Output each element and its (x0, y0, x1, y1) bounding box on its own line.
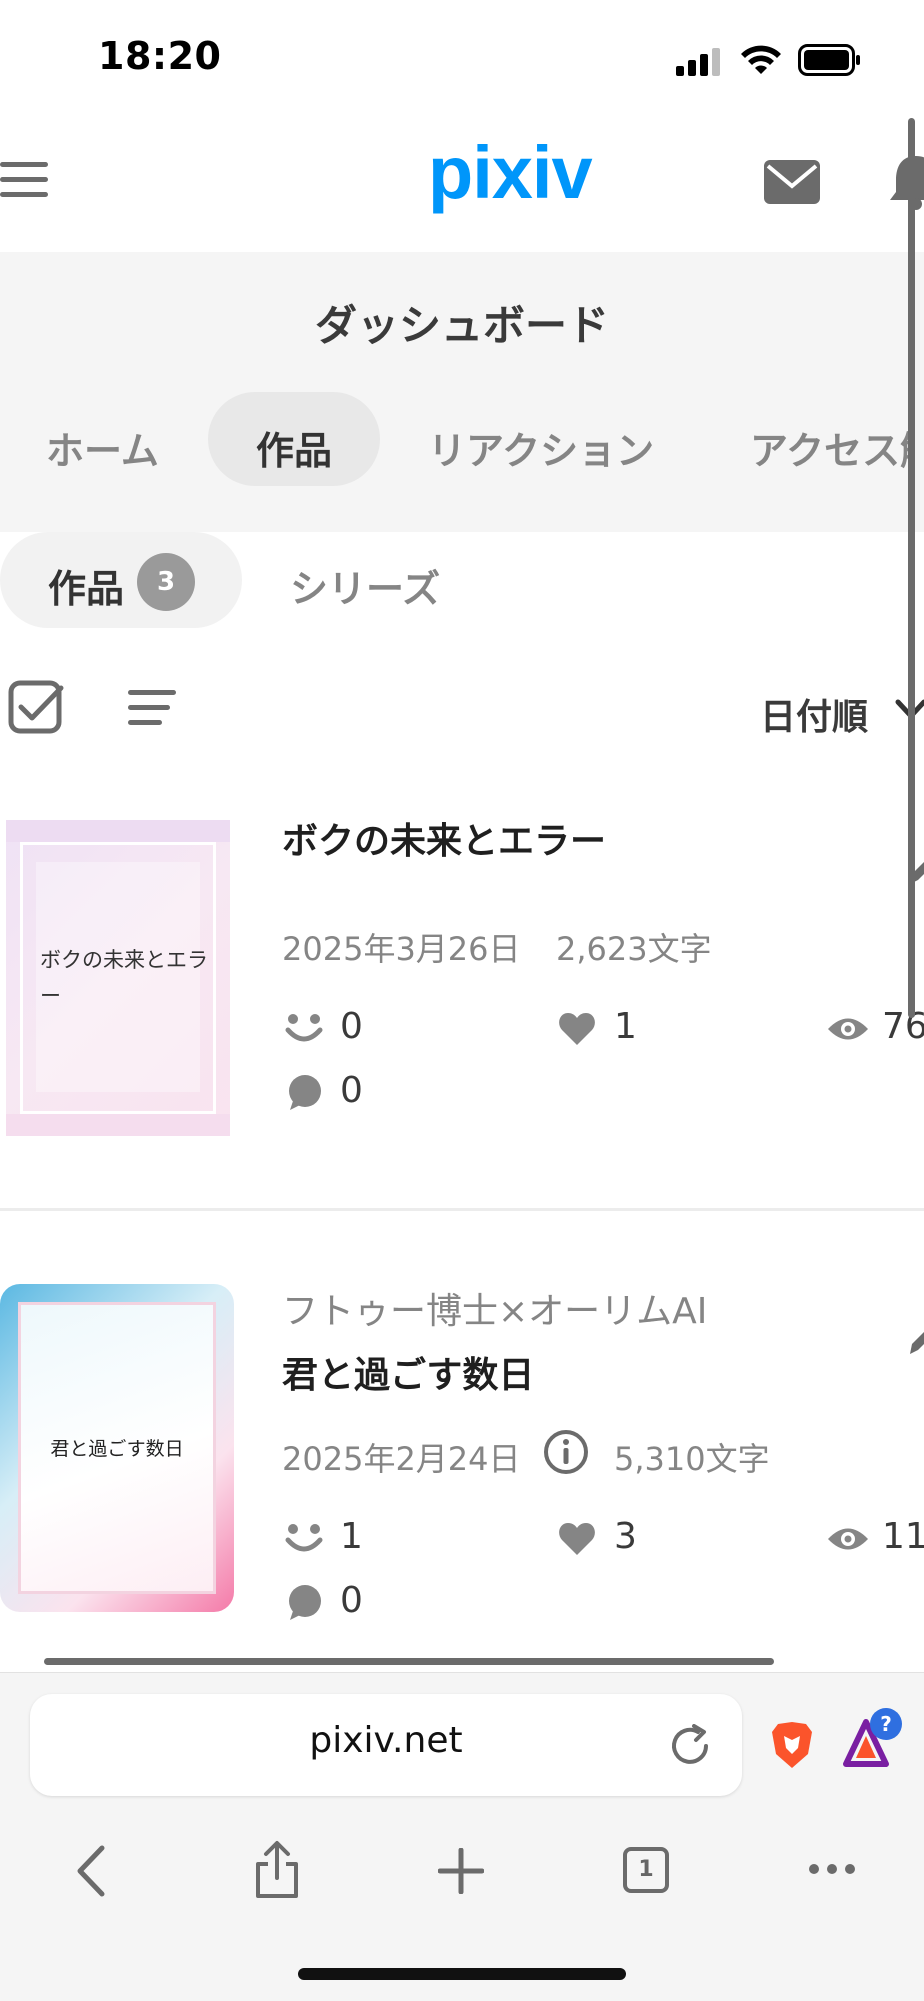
page-title: ダッシュボード (314, 301, 609, 350)
tab-count: 1 (638, 1857, 654, 1882)
works-count-badge: 3 (137, 553, 195, 611)
brave-shields-icon[interactable] (770, 1720, 814, 1770)
work-title-2[interactable]: 君と過ごす数日 (282, 1346, 534, 1398)
home-indicator[interactable] (298, 1968, 626, 1980)
cellular-signal-icon (676, 48, 722, 76)
eye-icon (826, 1524, 870, 1554)
edit-pencil-icon[interactable] (910, 1322, 924, 1354)
info-icon[interactable] (542, 1428, 590, 1476)
status-time: 18:20 (98, 34, 222, 78)
vertical-scrollbar[interactable] (908, 118, 915, 1018)
more-options-icon[interactable] (808, 1860, 856, 1878)
menu-icon[interactable] (0, 160, 48, 200)
tab-home[interactable]: ホーム (46, 420, 159, 475)
work-likes-2: 3 (614, 1516, 637, 1557)
horizontal-scrollbar[interactable] (44, 1658, 774, 1665)
work-reactions-1: 0 (340, 1006, 363, 1047)
brave-rewards-icon[interactable]: ? (842, 1706, 904, 1772)
eye-icon (826, 1014, 870, 1044)
work-reactions-2: 1 (340, 1516, 363, 1557)
bell-icon[interactable] (886, 154, 924, 210)
work-cover-1[interactable]: ボクの未来とエラー (6, 820, 230, 1136)
share-icon[interactable] (254, 1840, 300, 1900)
comment-bubble-icon (286, 1074, 324, 1112)
work-cover-2[interactable]: 君と過ごす数日 (0, 1284, 234, 1612)
reload-icon[interactable] (668, 1724, 712, 1768)
work-comments-1: 0 (340, 1070, 363, 1111)
tab-access-analysis[interactable]: アクセス解 (750, 420, 914, 475)
heart-icon (558, 1012, 596, 1046)
subtab-works-label: 作品 (48, 567, 125, 611)
work-date-2: 2025年2月24日 (282, 1440, 521, 1478)
mail-icon[interactable] (764, 160, 820, 204)
tabs-icon[interactable]: 1 (622, 1846, 670, 1894)
work-likes-1: 1 (614, 1006, 637, 1047)
heart-icon (558, 1522, 596, 1556)
reaction-face-icon (284, 1012, 324, 1046)
wifi-icon (740, 44, 782, 78)
reaction-face-icon (284, 1522, 324, 1556)
sort-dropdown[interactable]: 日付順 (760, 688, 868, 740)
work-char-count-2: 5,310文字 (614, 1440, 770, 1478)
url-text[interactable]: pixiv.net (30, 1720, 742, 1761)
select-checkbox-icon[interactable] (8, 680, 64, 736)
work-char-count-1: 2,623文字 (556, 930, 712, 968)
comment-bubble-icon (286, 1584, 324, 1622)
list-divider (0, 1208, 924, 1211)
work-cover-2-text: 君と過ごす数日 (50, 1438, 184, 1460)
pixiv-logo[interactable]: pixiv (428, 136, 593, 210)
battery-icon (798, 44, 862, 76)
back-icon[interactable] (74, 1844, 108, 1898)
rewards-badge-text: ? (880, 1712, 892, 1736)
new-tab-plus-icon[interactable] (437, 1847, 485, 1895)
work-title-1[interactable]: ボクの未来とエラー (282, 812, 606, 864)
work-views-1: 76 (882, 1006, 924, 1047)
work-date-1: 2025年3月26日 (282, 930, 521, 968)
tab-reactions[interactable]: リアクション (428, 420, 654, 475)
subtab-series[interactable]: シリーズ (290, 558, 440, 613)
tab-works[interactable]: 作品 (256, 420, 332, 475)
work-views-2: 11 (882, 1516, 924, 1557)
filter-lines-icon[interactable] (128, 688, 178, 728)
work-cover-1-text: ボクの未来とエラー (40, 948, 208, 1008)
work-comments-2: 0 (340, 1580, 363, 1621)
work-series-2[interactable]: フトゥー博士×オーリムAI (282, 1282, 707, 1334)
